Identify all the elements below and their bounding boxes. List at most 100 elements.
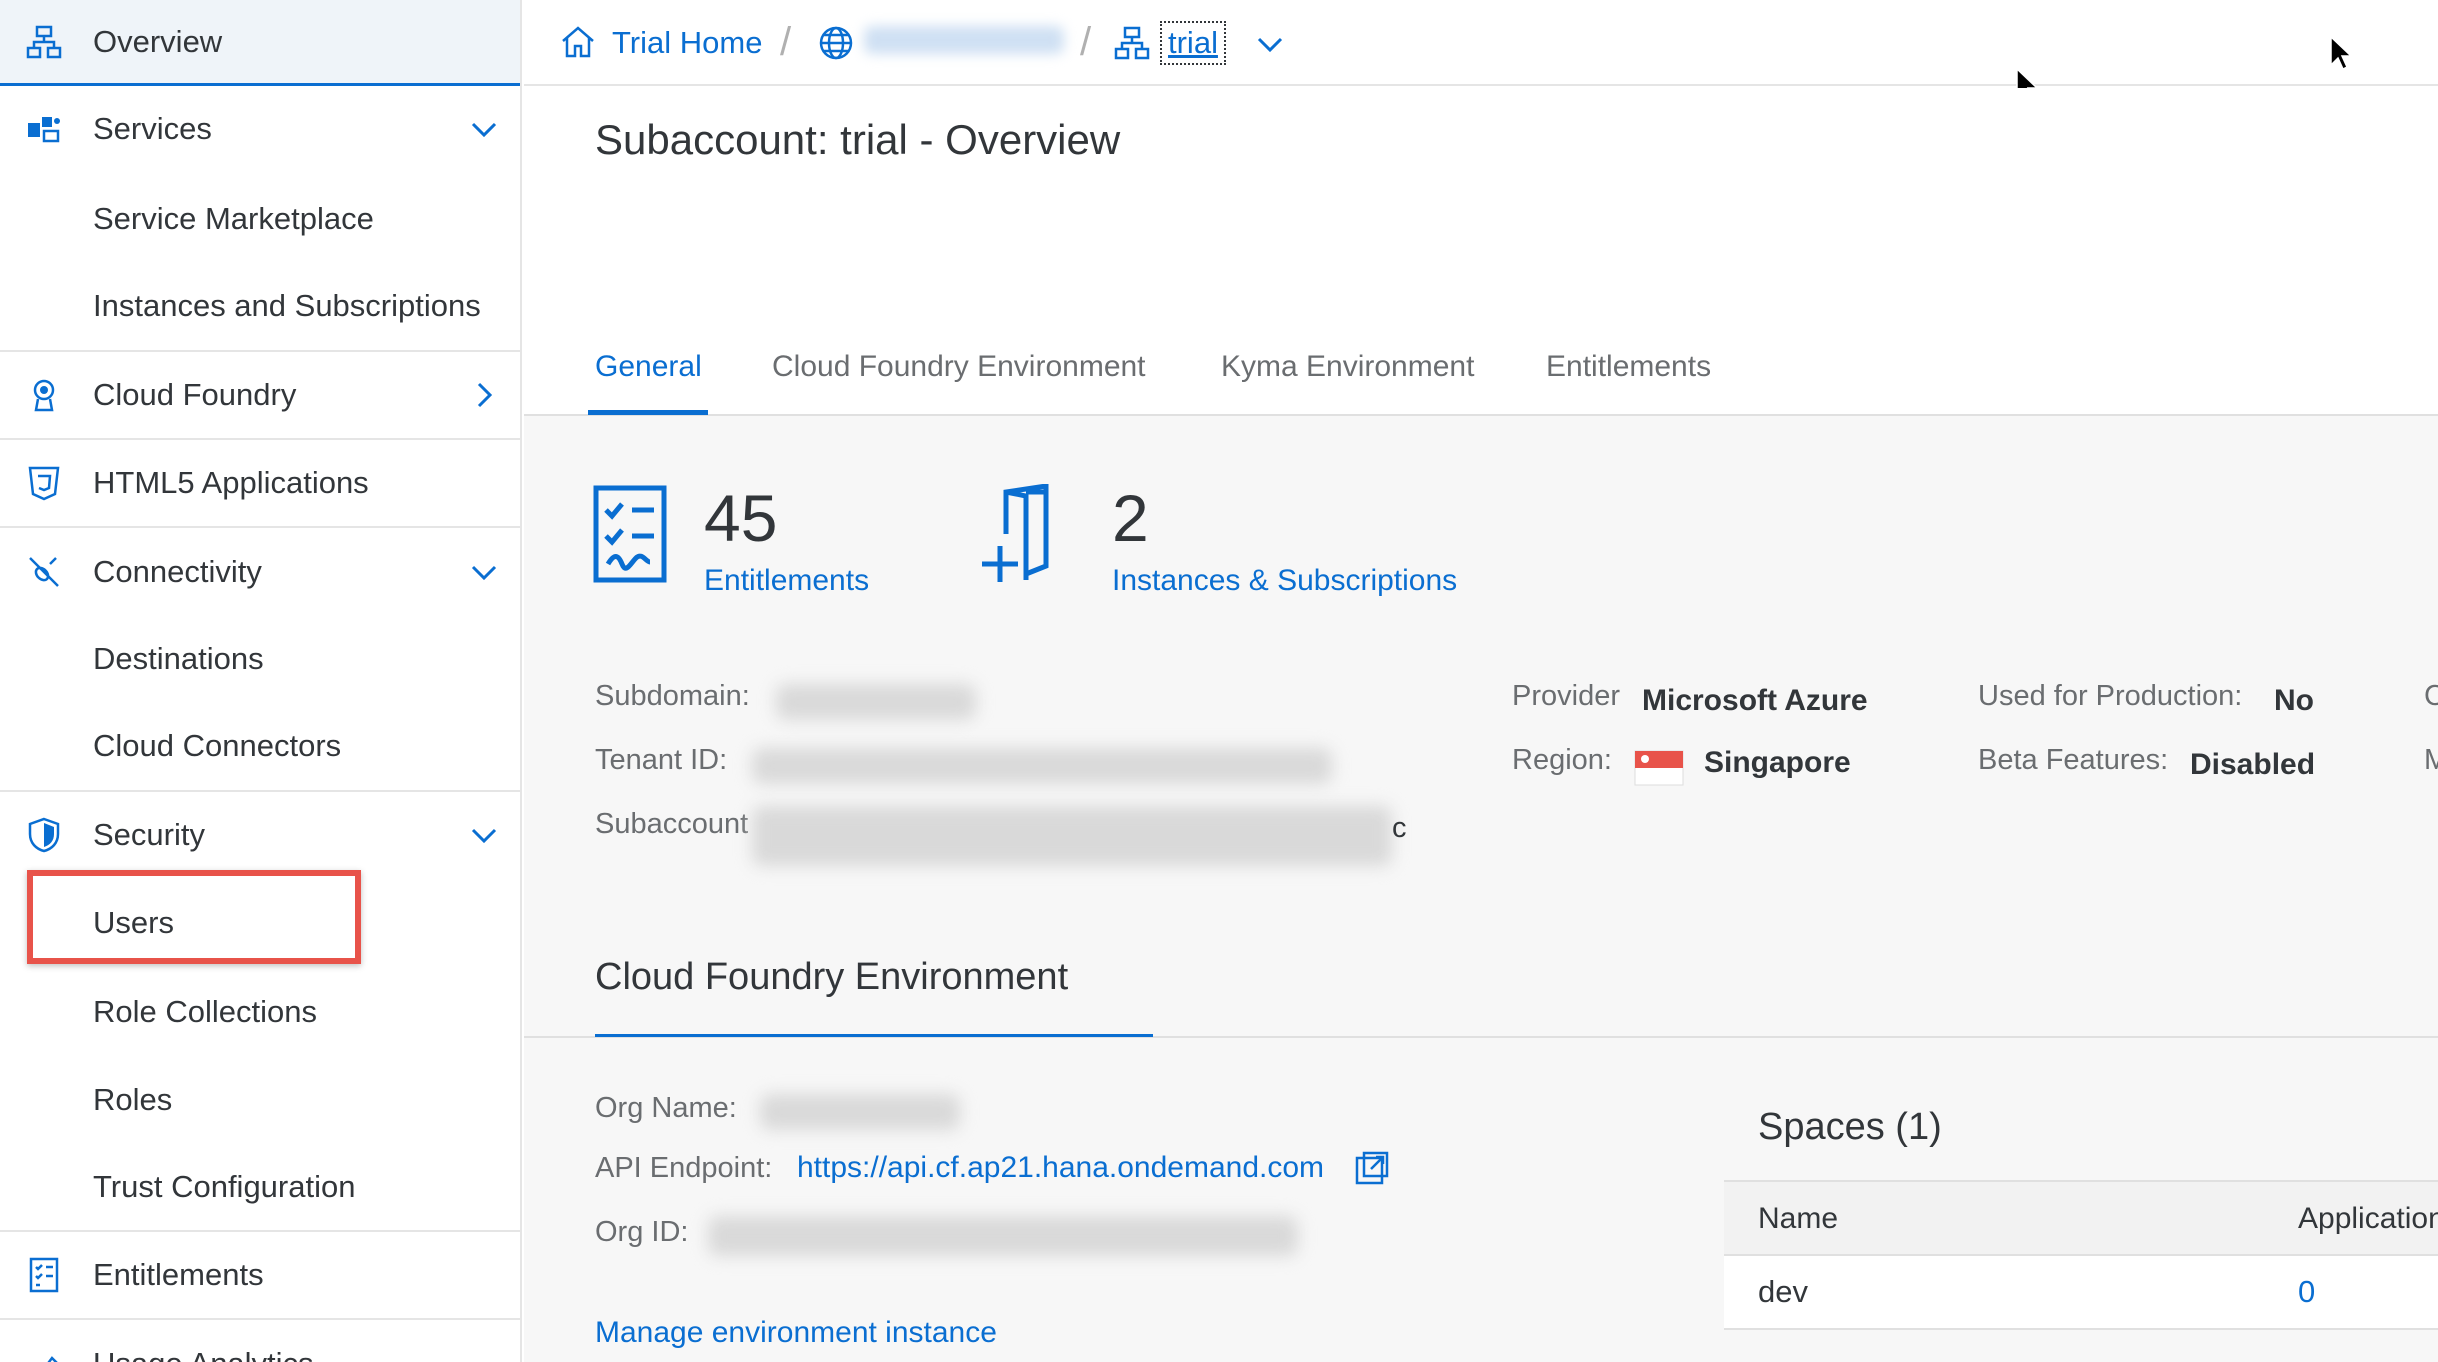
hierarchy-icon	[1114, 26, 1150, 60]
sidebar-item-label: Service Marketplace	[93, 201, 374, 236]
sidebar-item-instances-subscriptions[interactable]: Instances and Subscriptions	[0, 262, 520, 352]
instances-subscriptions-link[interactable]: Instances & Subscriptions	[1112, 564, 1457, 598]
subaccount-id-label: Subaccount	[595, 808, 749, 840]
sidebar-item-overview[interactable]: Overview	[0, 0, 520, 86]
entitlements-link[interactable]: Entitlements	[704, 564, 869, 598]
beta-features-label: Beta Features:	[1978, 744, 2169, 776]
breadcrumb-trial-home[interactable]: Trial Home	[612, 25, 762, 61]
sidebar-navigation: Overview Services Service Marketplace In…	[0, 0, 522, 1362]
html5-icon	[28, 466, 60, 501]
sidebar-item-security[interactable]: Security	[0, 792, 520, 878]
entitlements-count: 45	[704, 481, 778, 555]
tenant-id-label: Tenant ID:	[595, 744, 728, 776]
sidebar-item-destinations[interactable]: Destinations	[0, 616, 520, 702]
instances-count: 2	[1112, 481, 1149, 555]
globe-icon	[819, 26, 853, 60]
sidebar-item-service-marketplace[interactable]: Service Marketplace	[0, 176, 520, 262]
breadcrumb-separator: /	[1080, 20, 1092, 64]
tab-general[interactable]: General	[595, 350, 702, 384]
sidebar-item-cloud-foundry[interactable]: Cloud Foundry	[0, 352, 520, 440]
column-header-name[interactable]: Name	[1758, 1202, 1838, 1236]
sidebar-item-label: Destinations	[93, 641, 264, 676]
space-applications-link[interactable]: 0	[2298, 1274, 2315, 1310]
subaccount-id-suffix: c	[1392, 812, 1407, 844]
sidebar-item-label: Roles	[93, 1082, 173, 1117]
tab-kyma-environment[interactable]: Kyma Environment	[1221, 350, 1474, 384]
checklist-icon	[593, 485, 667, 583]
breadcrumb-subaccount-trial[interactable]: trial	[1160, 21, 1226, 65]
hierarchy-icon	[26, 25, 62, 58]
mouse-cursor-icon	[2330, 36, 2352, 70]
chevron-down-icon[interactable]	[468, 556, 500, 588]
chevron-down-icon[interactable]	[468, 819, 500, 851]
external-link-icon[interactable]	[1354, 1150, 1390, 1186]
subaccount-id-value-redacted	[752, 806, 1392, 866]
sidebar-item-roles[interactable]: Roles	[0, 1056, 520, 1144]
tab-entitlements[interactable]: Entitlements	[1546, 350, 1711, 384]
sidebar-item-label: Trust Configuration	[93, 1169, 356, 1204]
page-title: Subaccount: trial - Overview	[595, 116, 1121, 163]
chevron-right-icon[interactable]	[468, 379, 500, 411]
add-instance-icon	[982, 484, 1049, 582]
sidebar-item-label: Cloud Connectors	[93, 728, 342, 763]
sidebar-item-label: Services	[93, 111, 212, 146]
sidebar-item-label: Usage Analytics	[93, 1346, 314, 1362]
region-label: Region:	[1512, 744, 1612, 776]
tab-cloud-foundry-environment[interactable]: Cloud Foundry Environment	[772, 350, 1146, 384]
sidebar-item-connectivity[interactable]: Connectivity	[0, 528, 520, 616]
region-value: Singapore	[1704, 746, 1851, 779]
chevron-down-icon[interactable]	[468, 113, 500, 145]
sidebar-item-trust-configuration[interactable]: Trust Configuration	[0, 1144, 520, 1232]
sidebar-item-label: Overview	[93, 23, 223, 59]
sidebar-item-label: Role Collections	[93, 994, 317, 1029]
cut-off-label: M	[2424, 744, 2438, 776]
connectivity-icon	[29, 557, 59, 587]
sidebar-item-users[interactable]: Users	[0, 878, 520, 968]
api-endpoint-label: API Endpoint:	[595, 1152, 773, 1184]
page-header: Subaccount: trial - Overview General Clo…	[524, 88, 2438, 416]
sidebar-item-html5-applications[interactable]: HTML5 Applications	[0, 440, 520, 528]
sidebar-item-cloud-connectors[interactable]: Cloud Connectors	[0, 702, 520, 792]
main-content: Trial Home / / trial Subaccount: trial -…	[524, 0, 2438, 1362]
org-name-value-redacted	[760, 1094, 960, 1130]
org-id-label: Org ID:	[595, 1216, 689, 1248]
cloud-foundry-section-title: Cloud Foundry Environment	[595, 956, 1069, 998]
api-endpoint-link[interactable]: https://api.cf.ap21.hana.ondemand.com	[797, 1151, 1324, 1185]
tenant-id-value-redacted	[752, 748, 1332, 784]
subdomain-value-redacted	[776, 684, 976, 720]
sidebar-item-usage-analytics[interactable]: Usage Analytics	[0, 1320, 520, 1362]
cloud-foundry-icon	[33, 379, 55, 412]
space-name-cell: dev	[1758, 1274, 1808, 1309]
sidebar-item-entitlements[interactable]: Entitlements	[0, 1232, 520, 1320]
section-title-underline	[595, 1034, 1153, 1037]
manage-environment-instance-link[interactable]: Manage environment instance	[595, 1316, 997, 1350]
table-row[interactable]: dev 0	[1724, 1256, 2438, 1330]
singapore-flag-icon	[1634, 750, 1684, 786]
subdomain-label: Subdomain:	[595, 680, 750, 712]
sidebar-item-services[interactable]: Services	[0, 86, 520, 172]
breadcrumb: Trial Home / / trial	[524, 0, 2438, 102]
chevron-down-icon[interactable]	[1254, 28, 1286, 60]
active-tab-indicator	[588, 410, 708, 415]
org-name-label: Org Name:	[595, 1092, 737, 1124]
sidebar-item-label: Cloud Foundry	[93, 377, 297, 412]
sidebar-item-label: Users	[93, 905, 174, 940]
provider-value: Microsoft Azure	[1642, 684, 1868, 717]
spaces-table-card: Spaces (1) Name Application dev 0	[1724, 1076, 2438, 1362]
sidebar-item-label: Entitlements	[93, 1257, 264, 1292]
cut-off-label: C	[2424, 680, 2438, 712]
global-account-link-redacted[interactable]	[864, 26, 1064, 54]
column-header-applications[interactable]: Application	[2298, 1202, 2438, 1236]
used-for-production-value: No	[2274, 684, 2314, 717]
spaces-table-header: Name Application	[1724, 1180, 2438, 1256]
general-tab-content: 45 Entitlements 2 Instances & Subscripti…	[524, 416, 2438, 1362]
beta-features-value: Disabled	[2190, 748, 2316, 781]
checklist-icon	[29, 1257, 59, 1293]
breadcrumb-separator: /	[780, 20, 792, 64]
sidebar-item-label: Instances and Subscriptions	[93, 288, 481, 323]
sidebar-item-role-collections[interactable]: Role Collections	[0, 968, 520, 1056]
spaces-title: Spaces (1)	[1758, 1106, 1942, 1148]
org-id-value-redacted	[708, 1216, 1298, 1256]
sidebar-item-label: Security	[93, 817, 205, 852]
used-for-production-label: Used for Production:	[1978, 680, 2243, 712]
